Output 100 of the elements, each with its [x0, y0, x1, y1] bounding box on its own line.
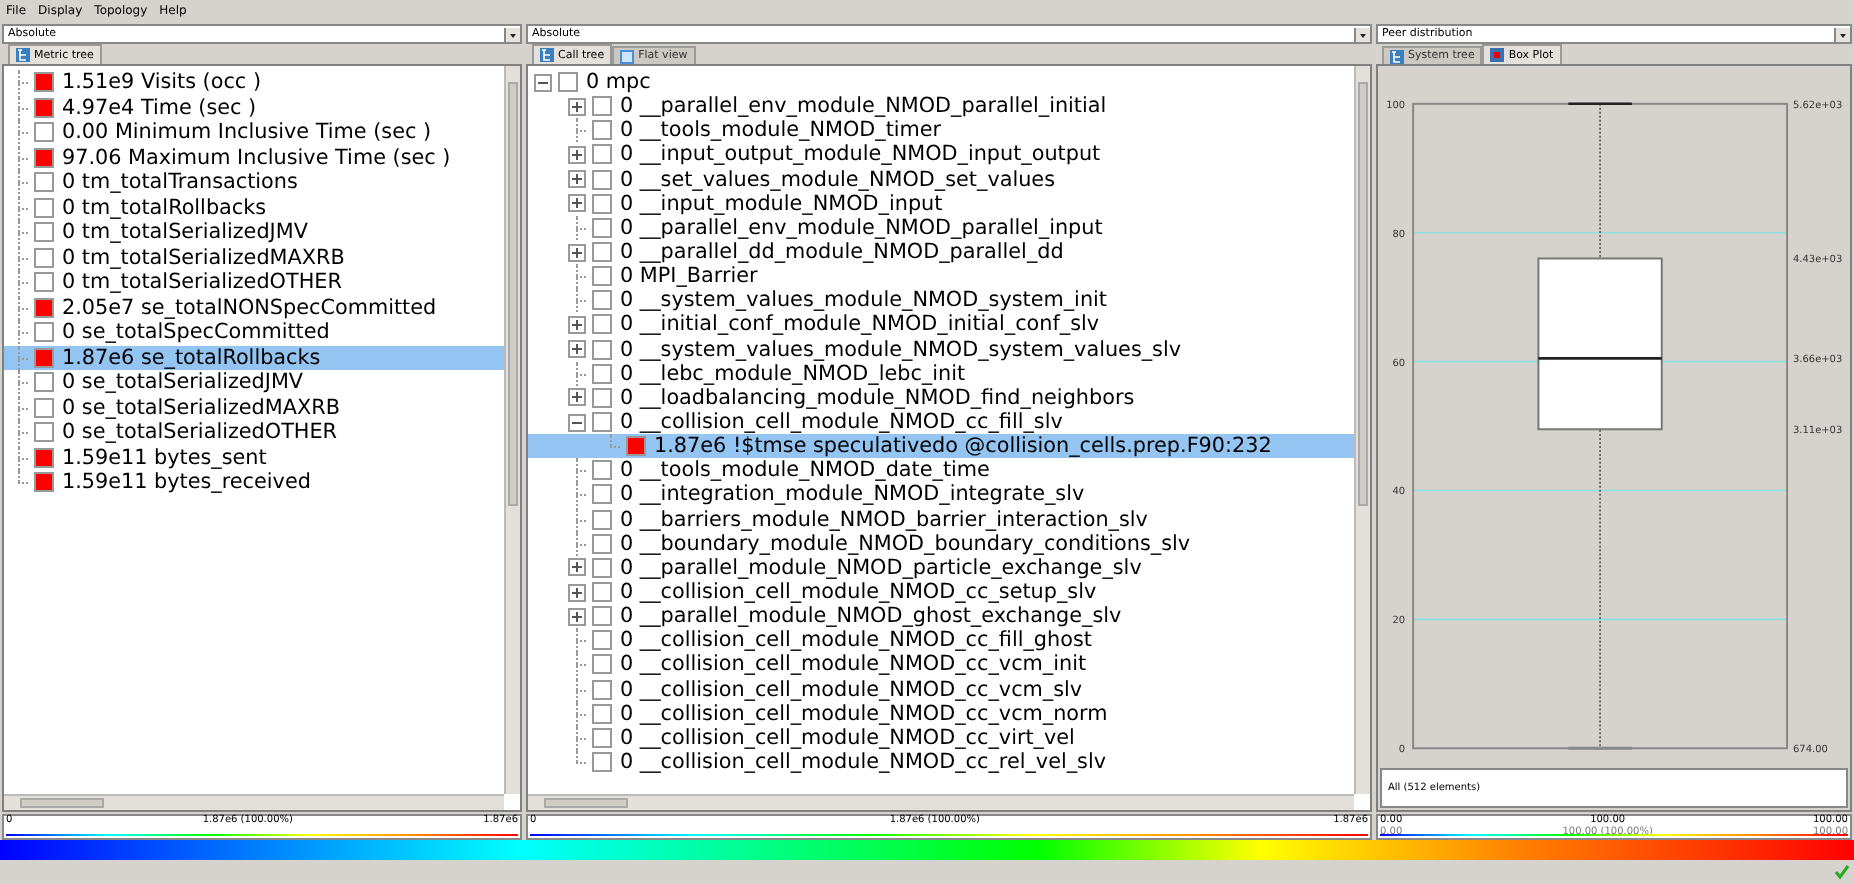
tree-row[interactable]: 0 tm_totalTransactions	[4, 170, 504, 195]
tree-row[interactable]: 0 __collision_cell_module_NMOD_cc_fill_slv	[528, 409, 1354, 435]
color-swatch[interactable]	[34, 247, 54, 268]
color-swatch[interactable]	[592, 582, 612, 603]
color-swatch[interactable]	[592, 363, 612, 384]
tree-row[interactable]: 0 __collision_cell_module_NMOD_cc_vcm_slv	[528, 677, 1354, 702]
tree-row[interactable]: 0 __collision_cell_module_NMOD_cc_vcm_norm	[528, 701, 1354, 726]
color-swatch[interactable]	[34, 97, 54, 118]
color-swatch[interactable]	[592, 484, 612, 505]
scrollbar[interactable]	[1354, 66, 1370, 794]
color-swatch[interactable]	[592, 533, 612, 554]
color-swatch[interactable]	[592, 290, 612, 311]
expand-icon[interactable]	[568, 97, 586, 116]
tree-row[interactable]: 0 __parallel_env_module_NMOD_parallel_input	[528, 215, 1354, 240]
scrollbar[interactable]	[528, 794, 1354, 810]
tree-row[interactable]: 0 tm_totalSerializedMAXRB	[4, 245, 504, 270]
tree-row[interactable]: 0 tm_totalRollbacks	[4, 195, 504, 220]
tree-row[interactable]: 0 MPI_Barrier	[528, 264, 1354, 289]
tree-row[interactable]: 0 se_totalSerializedJMV	[4, 370, 504, 395]
tree-row[interactable]: 0 __system_values_module_NMOD_system_values_slv	[528, 337, 1354, 362]
color-swatch[interactable]	[592, 120, 612, 141]
color-swatch[interactable]	[34, 372, 54, 393]
color-swatch[interactable]	[34, 297, 54, 318]
tree-row[interactable]: 0 __integration_module_NMOD_integrate_slv	[528, 482, 1354, 508]
expand-icon[interactable]	[568, 170, 586, 189]
tree-row[interactable]: 0 __boundary_module_NMOD_boundary_conditions_slv	[528, 531, 1354, 556]
scrollbar[interactable]	[504, 66, 520, 794]
tree-row[interactable]: 0 __collision_cell_module_NMOD_cc_rel_vel_slv	[528, 749, 1354, 775]
color-swatch[interactable]	[34, 472, 54, 493]
tree-row[interactable]: 0 tm_totalSerializedOTHER	[4, 270, 504, 295]
collapse-icon[interactable]	[568, 413, 586, 432]
color-swatch[interactable]	[592, 387, 612, 408]
color-swatch[interactable]	[592, 242, 612, 263]
tree-row[interactable]: 0 __collision_cell_module_NMOD_cc_vcm_init	[528, 652, 1354, 678]
tree-row[interactable]: 0 __parallel_env_module_NMOD_parallel_initial	[528, 94, 1354, 119]
tree-row[interactable]: 0 __barriers_module_NMOD_barrier_interaction_slv	[528, 507, 1354, 532]
tree-row[interactable]: 0 __loadbalancing_module_NMOD_find_neighbors	[528, 385, 1354, 410]
expand-icon[interactable]	[568, 607, 586, 626]
tree-row[interactable]: 0 __collision_cell_module_NMOD_cc_setup_slv	[528, 579, 1354, 605]
color-swatch[interactable]	[592, 144, 612, 165]
tree-row[interactable]: 1.87e6 se_totalRollbacks	[4, 345, 504, 370]
expand-icon[interactable]	[568, 315, 586, 334]
tree-row[interactable]: 0 tm_totalSerializedJMV	[4, 220, 504, 245]
scrollbar[interactable]	[4, 794, 504, 810]
color-swatch[interactable]	[626, 436, 646, 457]
tree-row[interactable]: 0 __tools_module_NMOD_date_time	[528, 458, 1354, 483]
tree-row[interactable]: 0 __set_values_module_NMOD_set_values	[528, 167, 1354, 192]
tree-row[interactable]: 0 __parallel_module_NMOD_ghost_exchange_slv	[528, 604, 1354, 629]
color-swatch[interactable]	[592, 679, 612, 700]
color-swatch[interactable]	[592, 193, 612, 214]
color-swatch[interactable]	[34, 72, 54, 93]
tree-row[interactable]: 0 se_totalSerializedMAXRB	[4, 395, 504, 420]
color-swatch[interactable]	[592, 654, 612, 675]
color-swatch[interactable]	[592, 703, 612, 724]
expand-icon[interactable]	[568, 194, 586, 213]
color-swatch[interactable]	[592, 266, 612, 287]
expand-icon[interactable]	[568, 340, 586, 359]
tree-row[interactable]: 0 __tools_module_NMOD_timer	[528, 118, 1354, 143]
collapse-icon[interactable]	[534, 73, 552, 92]
color-swatch[interactable]	[592, 727, 612, 748]
color-swatch[interactable]	[34, 422, 54, 443]
tree-row[interactable]: 0 mpc	[528, 70, 1354, 95]
tree-row[interactable]: 1.51e9 Visits (occ )	[4, 70, 504, 95]
color-swatch[interactable]	[592, 314, 612, 335]
color-swatch[interactable]	[34, 272, 54, 293]
tree-row[interactable]: 97.06 Maximum Inclusive Time (sec )	[4, 145, 504, 170]
color-swatch[interactable]	[592, 630, 612, 651]
expand-icon[interactable]	[568, 583, 586, 602]
tree-row[interactable]: 0 __parallel_dd_module_NMOD_parallel_dd	[528, 239, 1354, 265]
color-swatch[interactable]	[34, 322, 54, 343]
tree-row[interactable]: 0 __initial_conf_module_NMOD_initial_conf_slv	[528, 312, 1354, 338]
color-swatch[interactable]	[592, 460, 612, 481]
expand-icon[interactable]	[568, 243, 586, 262]
color-swatch[interactable]	[34, 172, 54, 193]
expand-icon[interactable]	[568, 388, 586, 407]
color-swatch[interactable]	[592, 509, 612, 530]
color-swatch[interactable]	[558, 72, 578, 93]
tree-row[interactable]: 0 se_totalSerializedOTHER	[4, 420, 504, 445]
tree-row[interactable]: 0.00 Minimum Inclusive Time (sec )	[4, 120, 504, 145]
color-swatch[interactable]	[592, 557, 612, 578]
color-swatch[interactable]	[34, 222, 54, 243]
tree-row[interactable]: 1.87e6 !$tmse speculativedo @collision_cells.prep.F90:232	[528, 434, 1354, 459]
expand-icon[interactable]	[568, 558, 586, 577]
tree-row[interactable]: 0 __parallel_module_NMOD_particle_exchange_slv	[528, 555, 1354, 580]
color-swatch[interactable]	[34, 122, 54, 143]
tree-row[interactable]: 1.59e11 bytes_received	[4, 470, 504, 495]
tree-row[interactable]: 0 __collision_cell_module_NMOD_cc_virt_vel	[528, 725, 1354, 750]
color-swatch[interactable]	[592, 339, 612, 360]
color-swatch[interactable]	[592, 606, 612, 627]
tree-row[interactable]: 0 __input_output_module_NMOD_input_output	[528, 142, 1354, 168]
tree-row[interactable]: 1.59e11 bytes_sent	[4, 445, 504, 470]
tree-row[interactable]: 0 __lebc_module_NMOD_lebc_init	[528, 361, 1354, 386]
tree-row[interactable]: 4.97e4 Time (sec )	[4, 95, 504, 120]
color-swatch[interactable]	[34, 397, 54, 418]
color-swatch[interactable]	[592, 169, 612, 190]
tree-row[interactable]: 0 __input_module_NMOD_input	[528, 191, 1354, 216]
color-swatch[interactable]	[34, 347, 54, 368]
expand-icon[interactable]	[568, 145, 586, 164]
color-swatch[interactable]	[34, 147, 54, 168]
color-swatch[interactable]	[592, 217, 612, 238]
